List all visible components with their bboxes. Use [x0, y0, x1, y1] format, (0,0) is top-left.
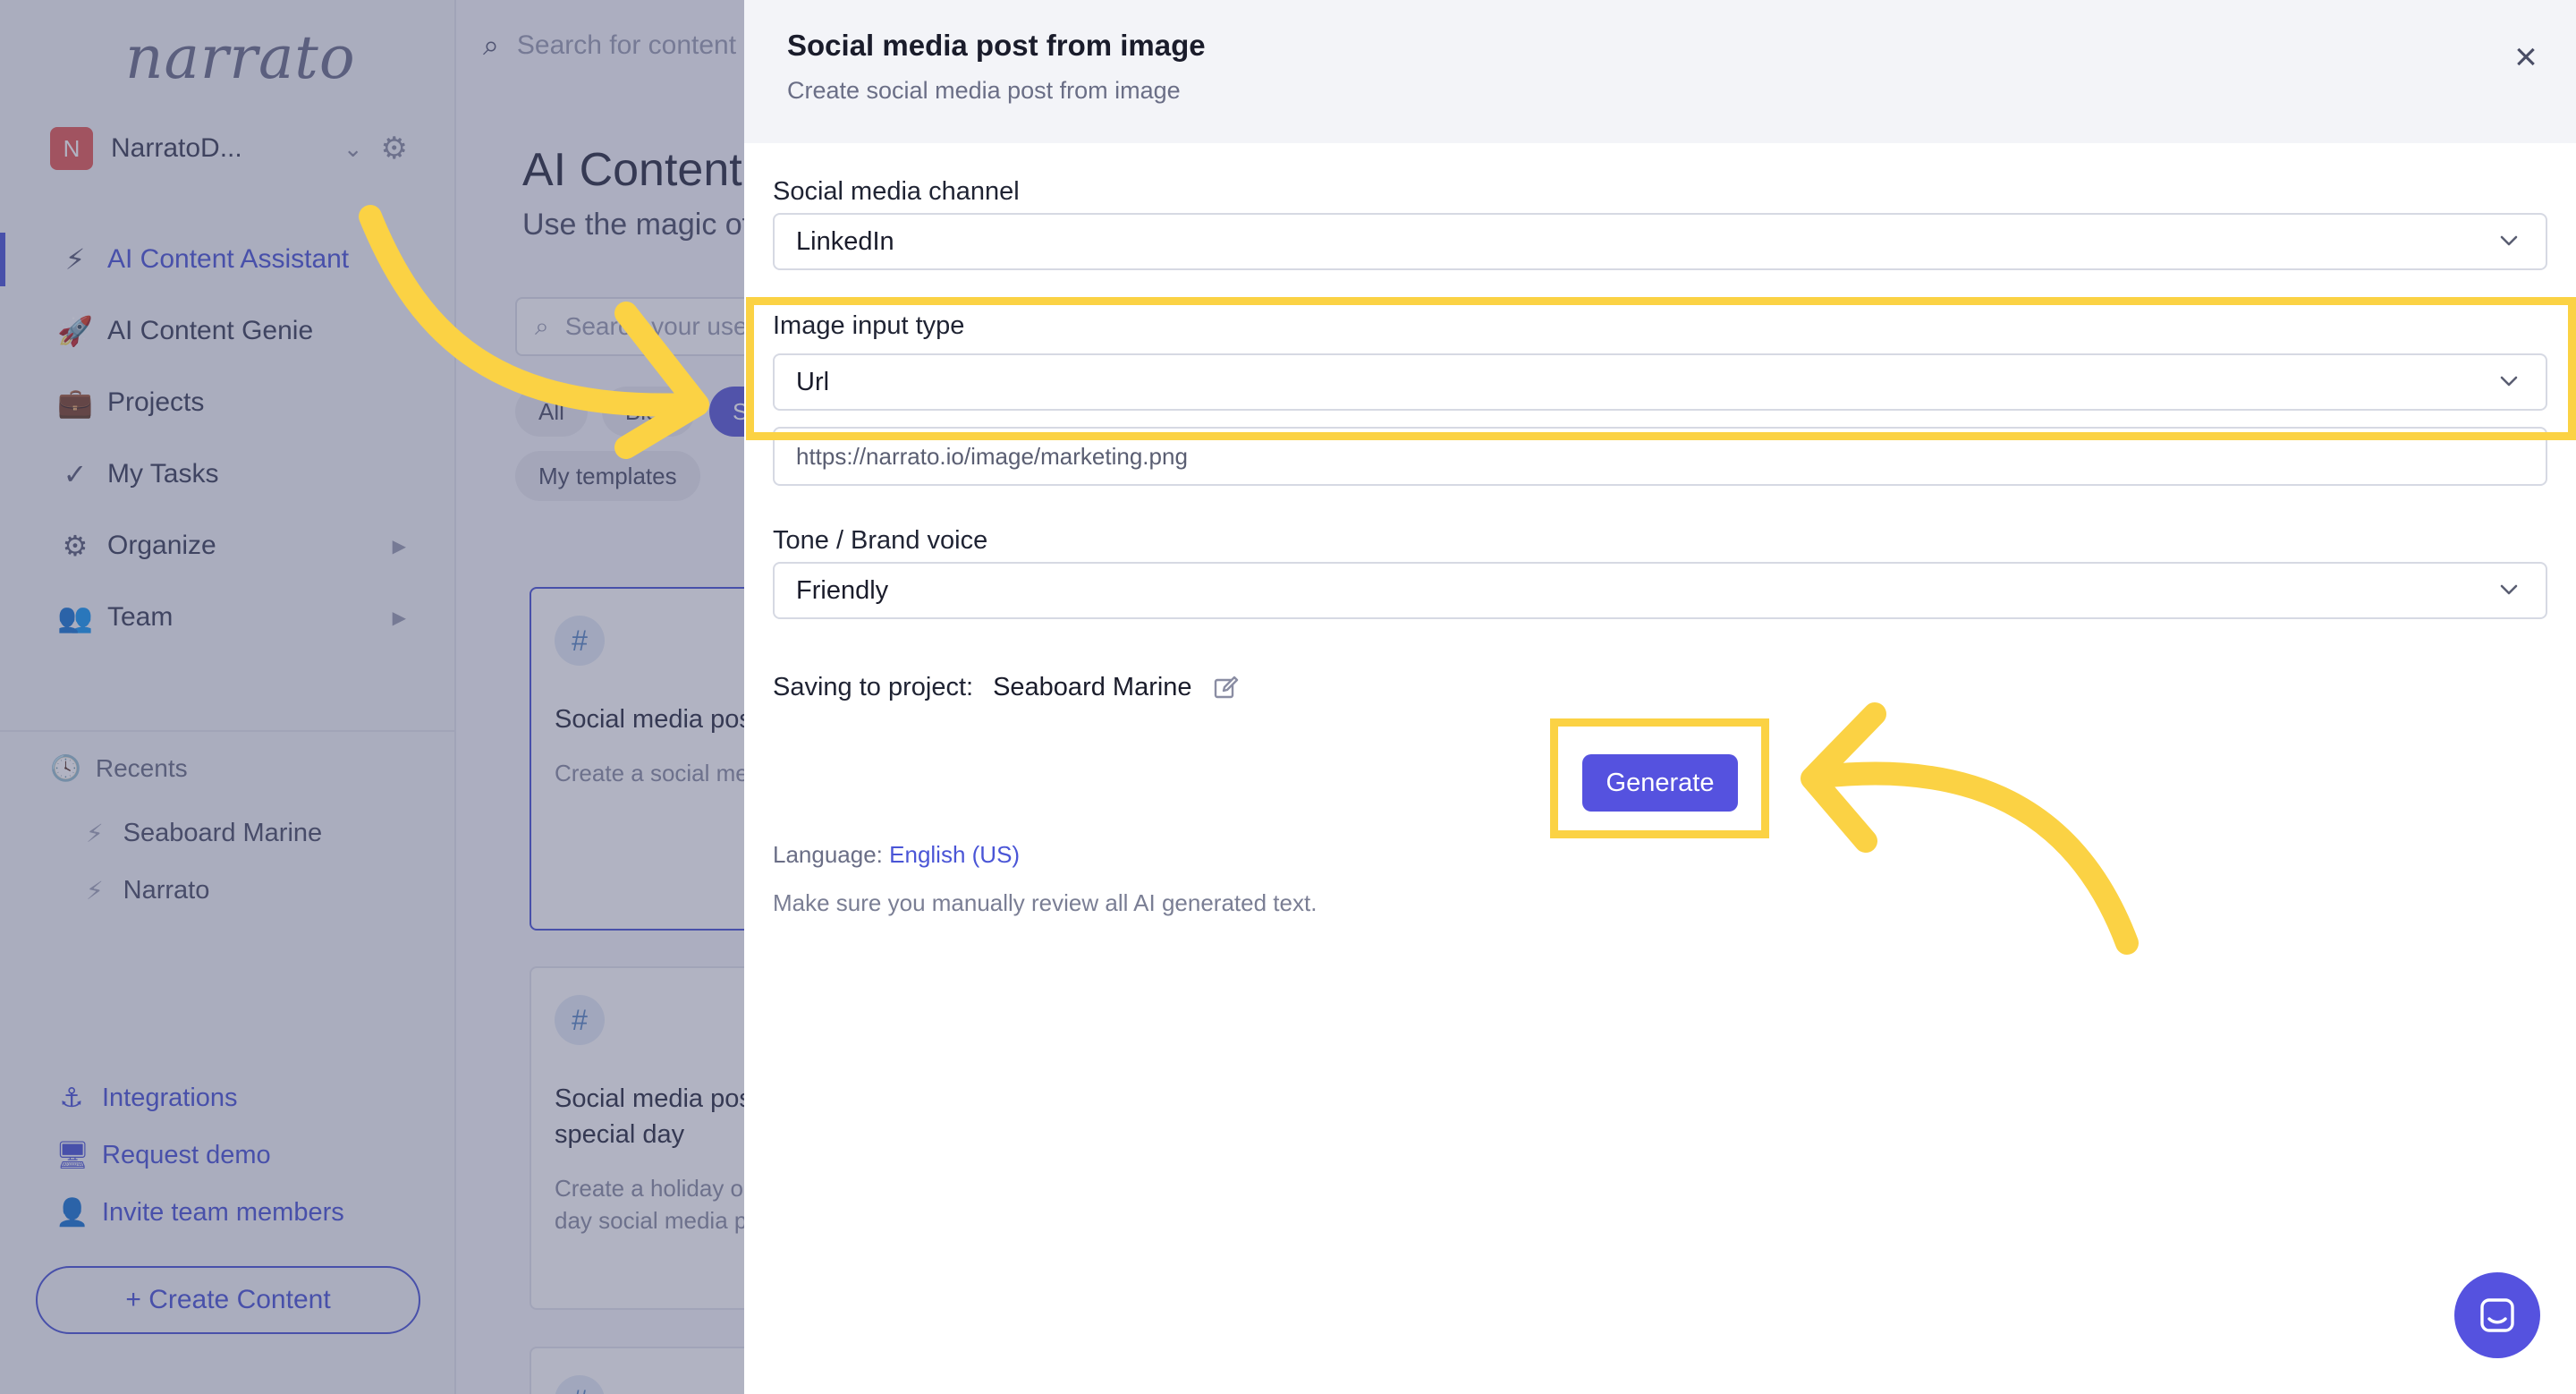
ai-disclaimer: Make sure you manually review all AI gen…: [773, 889, 1318, 916]
tone-value: Friendly: [796, 575, 889, 605]
channel-label: Social media channel: [773, 177, 1020, 206]
edit-icon[interactable]: [1212, 674, 1241, 702]
language-label: Language:: [773, 841, 883, 868]
template-drawer: Social media post from image Create soci…: [744, 0, 2576, 1394]
chat-widget-button[interactable]: [2454, 1272, 2540, 1358]
project-name: Seaboard Marine: [993, 673, 1192, 701]
chevron-down-icon: [2500, 376, 2518, 387]
saving-label: Saving to project:: [773, 673, 974, 701]
input-type-label: Image input type: [773, 311, 965, 340]
input-type-value: Url: [796, 367, 830, 396]
drawer-title: Social media post from image: [787, 29, 1206, 62]
chat-icon: [2480, 1298, 2514, 1332]
saving-to-project: Saving to project: Seaboard Marine: [773, 673, 1241, 702]
drawer-header: Social media post from image Create soci…: [744, 0, 2576, 143]
chevron-down-icon: [2500, 584, 2518, 595]
tone-label: Tone / Brand voice: [773, 526, 988, 555]
close-icon[interactable]: ×: [2504, 36, 2547, 79]
chevron-down-icon: [2500, 235, 2518, 246]
language-link[interactable]: English (US): [889, 841, 1020, 868]
channel-value: LinkedIn: [796, 226, 894, 256]
input-type-select[interactable]: Url: [773, 353, 2547, 411]
image-url-input[interactable]: [773, 427, 2547, 486]
drawer-subtitle: Create social media post from image: [787, 77, 1181, 104]
channel-select[interactable]: LinkedIn: [773, 213, 2547, 270]
language-setting: Language: English (US): [773, 841, 1020, 869]
tone-select[interactable]: Friendly: [773, 562, 2547, 619]
generate-button[interactable]: Generate: [1582, 754, 1738, 812]
